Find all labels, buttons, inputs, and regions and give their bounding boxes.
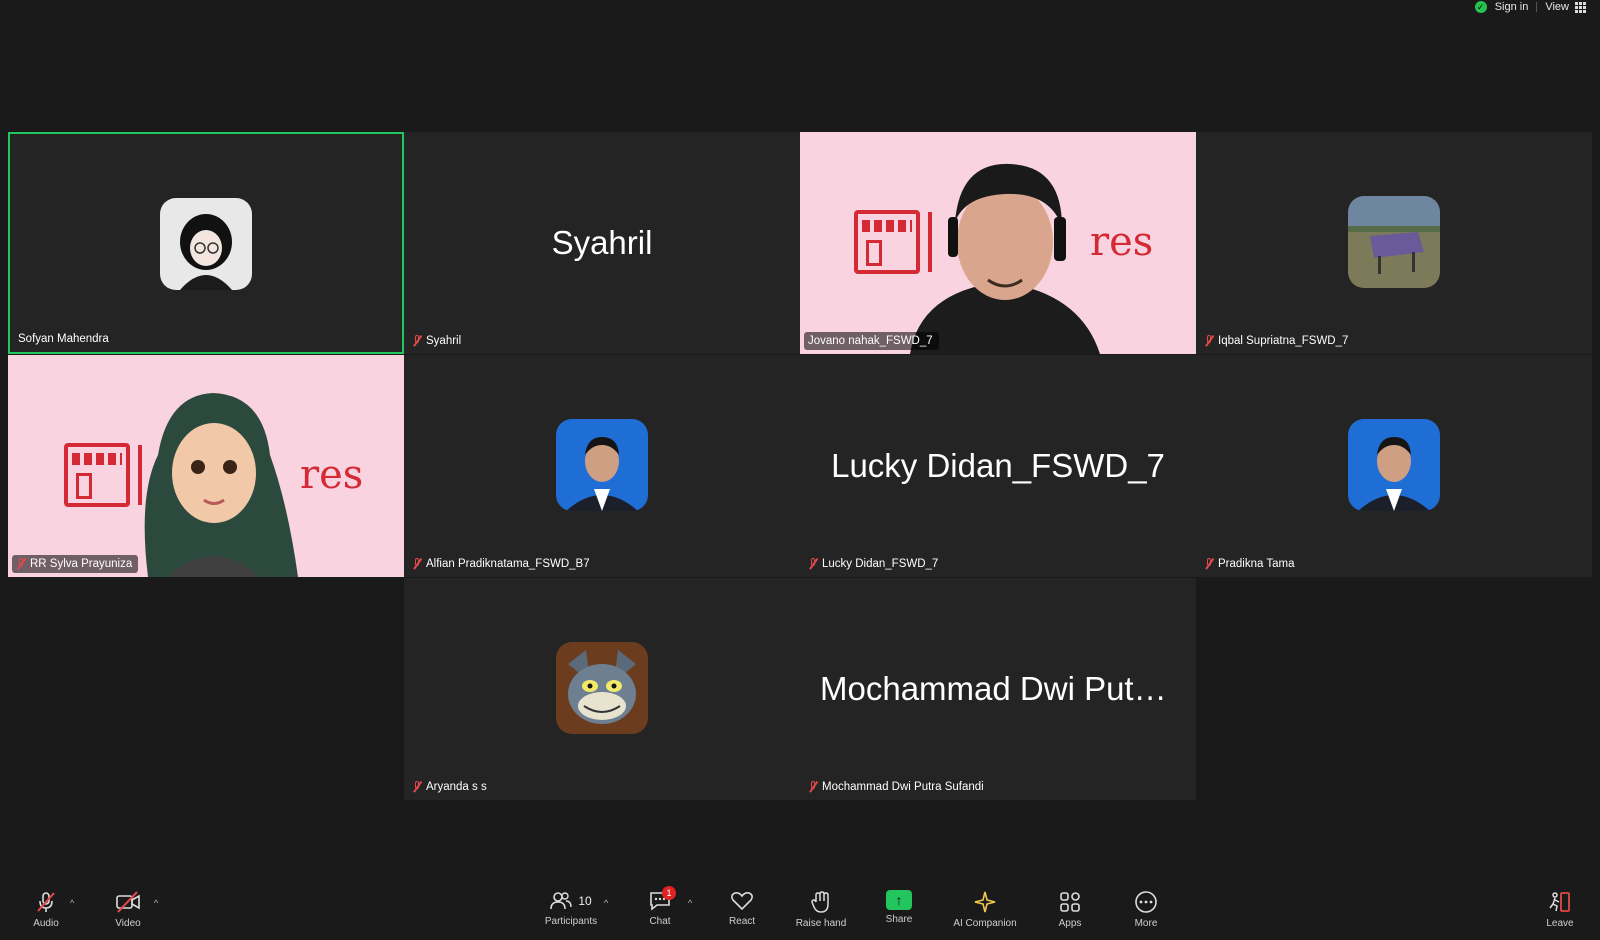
- shield-check-icon: ✓: [1474, 1, 1487, 13]
- participant-name: Sofyan Mahendra: [18, 333, 109, 345]
- mic-muted-icon: [412, 558, 422, 570]
- video-tile-jovano[interactable]: res Jovano nahak_FSWD_7: [800, 132, 1196, 354]
- participant-name: Mochammad Dwi Putra Sufandi: [822, 781, 984, 793]
- display-name: Lucky Didan_FSWD_7: [831, 447, 1165, 484]
- participant-name: RR Sylva Prayuniza: [30, 558, 133, 570]
- raise-hand-icon: [811, 891, 829, 913]
- participant-label: Jovano nahak_FSWD_7: [804, 332, 939, 350]
- video-tile-sofyan[interactable]: Sofyan Mahendra: [8, 132, 404, 354]
- more-button[interactable]: More: [1126, 880, 1166, 940]
- meeting-toolbar: Audio ^ Video ^ 10 Participants ^ 1 Chat…: [0, 880, 1600, 940]
- video-tile-aryanda[interactable]: Aryanda s s: [404, 578, 800, 800]
- participant-label: Syahril: [408, 332, 467, 350]
- participants-button[interactable]: 10 Participants: [526, 880, 616, 940]
- participant-name: Pradikna Tama: [1218, 558, 1295, 570]
- view-button[interactable]: View: [1545, 1, 1586, 13]
- participant-name: Jovano nahak_FSWD_7: [808, 335, 933, 347]
- display-name: Syahril: [551, 224, 653, 261]
- ai-companion-label: AI Companion: [953, 918, 1017, 929]
- video-tile-alfian[interactable]: Alfian Pradiknatama_FSWD_B7: [404, 355, 800, 577]
- heart-icon: [731, 892, 753, 911]
- leave-door-icon: [1549, 892, 1570, 912]
- chat-label: Chat: [649, 916, 671, 927]
- participant-label: Aryanda s s: [408, 778, 493, 796]
- participants-count: 10: [578, 894, 592, 908]
- apps-button[interactable]: Apps: [1050, 880, 1090, 940]
- participant-label: Mochammad Dwi Putra Sufandi: [804, 778, 990, 796]
- participant-name: Alfian Pradiknatama_FSWD_B7: [426, 558, 590, 570]
- video-label: Video: [115, 918, 141, 929]
- audio-label: Audio: [33, 918, 59, 929]
- top-bar: ✓ Sign in View: [1474, 0, 1600, 14]
- video-tile-syahril[interactable]: Syahril Syahril: [404, 132, 800, 354]
- participant-label: Pradikna Tama: [1200, 555, 1301, 573]
- participant-label: Sofyan Mahendra: [14, 330, 115, 348]
- more-label: More: [1134, 918, 1158, 929]
- participant-name: Iqbal Supriatna_FSWD_7: [1218, 335, 1349, 347]
- participant-label: RR Sylva Prayuniza: [12, 555, 139, 573]
- avatar-pradikna: [1348, 419, 1440, 511]
- ai-companion-button[interactable]: AI Companion: [940, 880, 1030, 940]
- video-button[interactable]: Video: [108, 880, 148, 940]
- display-name: Mochammad Dwi Putra...: [820, 670, 1191, 707]
- leave-button[interactable]: Leave: [1540, 880, 1580, 940]
- video-off-icon: [116, 891, 140, 913]
- apps-label: Apps: [1058, 918, 1082, 929]
- video-options-chevron-icon[interactable]: ^: [154, 898, 158, 908]
- share-button[interactable]: ↑ Share: [874, 880, 924, 940]
- participants-icon: [550, 892, 573, 910]
- mic-muted-icon: [1204, 335, 1214, 347]
- participant-label: Iqbal Supriatna_FSWD_7: [1200, 332, 1354, 350]
- view-label: View: [1545, 1, 1569, 13]
- more-icon: [1135, 891, 1157, 913]
- video-tile-rr-sylva[interactable]: res RR Sylva Prayuniza: [8, 355, 404, 577]
- mic-muted-icon: [412, 781, 422, 793]
- mic-muted-icon: [16, 558, 26, 570]
- video-tile-mochammad[interactable]: Mochammad Dwi Putra... Mochammad Dwi Put…: [800, 578, 1196, 800]
- grid-view-icon: [1575, 1, 1586, 13]
- audio-options-chevron-icon[interactable]: ^: [70, 898, 74, 908]
- apps-icon: [1060, 892, 1080, 912]
- participant-label: Alfian Pradiknatama_FSWD_B7: [408, 555, 596, 573]
- react-button[interactable]: React: [716, 880, 768, 940]
- avatar-sofyan: [160, 198, 252, 290]
- participants-label: Participants: [544, 916, 598, 927]
- avatar-alfian: [556, 419, 648, 511]
- sparkle-icon: [974, 891, 996, 913]
- share-label: Share: [885, 914, 913, 925]
- mic-muted-icon: [37, 892, 55, 912]
- participants-options-chevron-icon[interactable]: ^: [604, 898, 608, 908]
- mic-muted-icon: [1204, 558, 1214, 570]
- video-tile-iqbal[interactable]: Iqbal Supriatna_FSWD_7: [1196, 132, 1592, 354]
- react-label: React: [728, 916, 756, 927]
- chat-unread-badge: 1: [662, 886, 676, 900]
- mic-muted-icon: [808, 781, 818, 793]
- participant-name: Aryanda s s: [426, 781, 487, 793]
- sign-in-link[interactable]: Sign in: [1495, 1, 1529, 13]
- avatar-iqbal: [1348, 196, 1440, 288]
- divider: [1536, 2, 1538, 12]
- participant-name: Lucky Didan_FSWD_7: [822, 558, 939, 570]
- memoji-avatar: [144, 393, 298, 577]
- raise-hand-label: Raise hand: [795, 918, 847, 929]
- participant-label: Lucky Didan_FSWD_7: [804, 555, 944, 573]
- video-tile-pradikna[interactable]: Pradikna Tama: [1196, 355, 1592, 577]
- participant-video: [910, 163, 1100, 354]
- avatar-aryanda: [556, 642, 648, 734]
- video-tile-lucky[interactable]: Lucky Didan_FSWD_7 Lucky Didan_FSWD_7: [800, 355, 1196, 577]
- audio-button[interactable]: Audio: [26, 880, 66, 940]
- mic-muted-icon: [412, 335, 422, 347]
- leave-label: Leave: [1546, 918, 1574, 929]
- chat-options-chevron-icon[interactable]: ^: [688, 898, 692, 908]
- mic-muted-icon: [808, 558, 818, 570]
- participant-name: Syahril: [426, 335, 462, 347]
- chat-button[interactable]: 1 Chat: [640, 880, 680, 940]
- share-screen-icon: ↑: [886, 890, 912, 910]
- raise-hand-button[interactable]: Raise hand: [786, 880, 856, 940]
